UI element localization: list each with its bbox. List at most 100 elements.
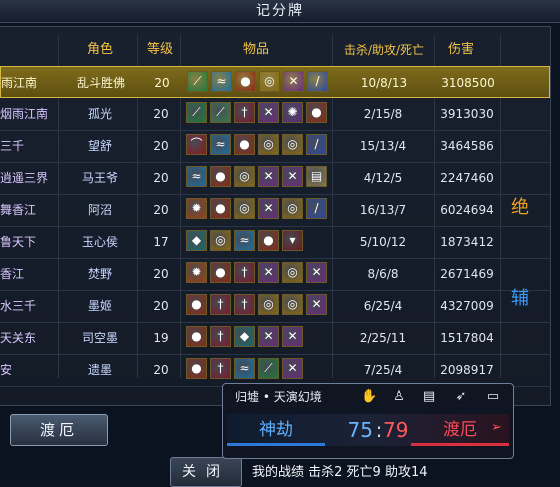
fire-orb-icon[interactable]: ● bbox=[306, 102, 327, 123]
player-row[interactable]: 烟雨江南 孤光 20 ⟋ ⟋ † ✕ ✺ ● 2/15/8 3913030 bbox=[0, 98, 550, 131]
claw-icon[interactable]: ✕ bbox=[258, 198, 279, 219]
player-kda: 16/13/7 bbox=[359, 203, 407, 217]
dagger-icon[interactable]: † bbox=[210, 294, 231, 315]
fire-orb-icon[interactable]: ● bbox=[186, 294, 207, 315]
player-row[interactable]: 舞香江 阿沼 20 ✹ ● ◎ ✕ ◎/16/13/7 6024694 bbox=[0, 194, 550, 227]
running-icon[interactable]: ➶ bbox=[453, 389, 469, 405]
spiral-icon[interactable]: ◎ bbox=[282, 294, 303, 315]
window-title: 记分牌 bbox=[256, 3, 304, 19]
claw-icon[interactable]: ✕ bbox=[282, 358, 303, 379]
fire-orb-icon[interactable]: ● bbox=[210, 198, 231, 219]
player-role: 阿沼 bbox=[87, 203, 112, 217]
dragon-icon[interactable]: ✺ bbox=[282, 102, 303, 123]
header-damage: 伤害 bbox=[448, 42, 475, 57]
wave-icon[interactable]: ≈ bbox=[186, 166, 207, 187]
player-row[interactable]: 鲁天下 玉心侯 17 ◆ ◎ ≈ ● ▾ 5/10/12 1873412 bbox=[0, 226, 550, 259]
gem-icon[interactable]: ◆ bbox=[186, 230, 207, 251]
fire-orb-icon[interactable]: ● bbox=[235, 71, 256, 92]
player-row[interactable]: 逍遥三界 马王爷 20 ≈ ● ◎ ✕ ✕ ▤ 4/12/5 2247460 bbox=[0, 162, 550, 195]
dagger-icon[interactable]: † bbox=[234, 102, 255, 123]
player-name: 逍遥三界 bbox=[0, 171, 49, 185]
dagger-icon[interactable]: † bbox=[234, 262, 255, 283]
player-role: 焚野 bbox=[87, 267, 112, 281]
player-level: 20 bbox=[154, 76, 170, 90]
spiral-icon[interactable]: ◎ bbox=[210, 230, 231, 251]
player-kda: 7/25/4 bbox=[363, 363, 403, 377]
sword-icon[interactable]: / bbox=[306, 198, 327, 219]
document-icon[interactable]: ▤ bbox=[421, 389, 437, 405]
player-kda: 2/25/11 bbox=[359, 331, 407, 345]
claw-icon[interactable]: ✕ bbox=[306, 262, 327, 283]
dagger-icon[interactable]: † bbox=[210, 326, 231, 347]
blade-icon[interactable]: ⟋ bbox=[187, 71, 208, 92]
gem-icon[interactable]: ◆ bbox=[234, 326, 255, 347]
flame-icon[interactable]: ✹ bbox=[186, 198, 207, 219]
spiral-icon[interactable]: ◎ bbox=[282, 198, 303, 219]
close-button[interactable]: 关闭 bbox=[170, 457, 242, 487]
spiral-icon[interactable]: ◎ bbox=[234, 166, 255, 187]
player-role: 乱斗胜佛 bbox=[76, 76, 125, 90]
wave-icon[interactable]: ≈ bbox=[234, 358, 255, 379]
header-kda: 击杀/助攻/死亡 bbox=[343, 43, 425, 57]
spiral-icon[interactable]: ◎ bbox=[282, 134, 303, 155]
claw-icon[interactable]: ✕ bbox=[258, 262, 279, 283]
claw-icon[interactable]: ✕ bbox=[282, 166, 303, 187]
player-row[interactable]: 香江 焚野 20 ✹ ● † ✕ ◎ ✕ 8/6/8 2671469 bbox=[0, 258, 550, 291]
player-row[interactable]: 水三千 墨姬 20 ● † † ◎ ◎ ✕ 6/25/4 4327009 bbox=[0, 290, 550, 323]
sword-icon[interactable]: / bbox=[307, 71, 328, 92]
claw-icon[interactable]: ✕ bbox=[258, 166, 279, 187]
dagger-icon[interactable]: † bbox=[234, 294, 255, 315]
player-kda: 15/13/4 bbox=[359, 139, 407, 153]
player-kda: 10/8/13 bbox=[360, 76, 408, 90]
player-damage: 3913030 bbox=[440, 107, 494, 121]
wave-icon[interactable]: ≈ bbox=[210, 134, 231, 155]
player-role: 遗墨 bbox=[87, 363, 112, 377]
player-level: 20 bbox=[153, 299, 169, 313]
person-icon[interactable]: ♙ bbox=[391, 389, 407, 405]
fire-orb-icon[interactable]: ● bbox=[210, 262, 231, 283]
player-row[interactable]: 三千 望舒 20 ⌒ ≈ ● ◎ ◎/15/13/4 3464586 bbox=[0, 130, 550, 163]
flame-icon[interactable]: ✹ bbox=[186, 262, 207, 283]
fire-orb-icon[interactable]: ● bbox=[186, 326, 207, 347]
player-damage: 1873412 bbox=[440, 235, 494, 249]
header-level: 等级 bbox=[146, 42, 173, 57]
dagger-icon[interactable]: † bbox=[210, 358, 231, 379]
claw-icon[interactable]: ✕ bbox=[258, 326, 279, 347]
player-role: 孤光 bbox=[87, 107, 112, 121]
team-a-score: 75 bbox=[347, 418, 373, 442]
team-switch-button[interactable]: 渡厄 bbox=[10, 414, 108, 446]
player-row[interactable]: 雨江南 乱斗胜佛 20 ⟋ ≈ ● ◎ ✕/ 10/8/13 3108500 bbox=[0, 66, 550, 98]
player-role: 马王爷 bbox=[81, 171, 118, 185]
spiral-icon[interactable]: ◎ bbox=[258, 134, 279, 155]
claw-icon[interactable]: ✕ bbox=[258, 102, 279, 123]
player-damage: 2098917 bbox=[440, 363, 494, 377]
bow-icon[interactable]: ⌒ bbox=[186, 134, 207, 155]
fire-orb-icon[interactable]: ● bbox=[234, 134, 255, 155]
spiral-icon[interactable]: ◎ bbox=[259, 71, 280, 92]
hand-icon[interactable]: ✋ bbox=[361, 389, 377, 405]
potion-icon[interactable]: ▾ bbox=[282, 230, 303, 251]
claw-icon[interactable]: ✕ bbox=[282, 326, 303, 347]
window-icon[interactable]: ▭ bbox=[485, 389, 501, 405]
score-separator: : bbox=[375, 418, 383, 442]
blade-icon[interactable]: ⟋ bbox=[258, 358, 279, 379]
spiral-icon[interactable]: ◎ bbox=[234, 198, 255, 219]
wave-icon[interactable]: ≈ bbox=[234, 230, 255, 251]
spiral-icon[interactable]: ◎ bbox=[258, 294, 279, 315]
blade-icon[interactable]: ⟋ bbox=[186, 102, 207, 123]
claw-icon[interactable]: ✕ bbox=[283, 71, 304, 92]
wave-icon[interactable]: ≈ bbox=[211, 71, 232, 92]
spiral-icon[interactable]: ◎ bbox=[282, 262, 303, 283]
claw-icon[interactable]: ✕ bbox=[306, 294, 327, 315]
feather-icon[interactable]: ⟋ bbox=[210, 102, 231, 123]
player-damage: 3464586 bbox=[440, 139, 494, 153]
sword-icon[interactable]: / bbox=[306, 134, 327, 155]
player-name: 鲁天下 bbox=[0, 235, 37, 249]
fire-orb-icon[interactable]: ● bbox=[186, 358, 207, 379]
scroll-icon[interactable]: ▤ bbox=[306, 166, 327, 187]
player-role: 玉心侯 bbox=[81, 235, 118, 249]
fire-orb-icon[interactable]: ● bbox=[210, 166, 231, 187]
player-kda: 2/15/8 bbox=[363, 107, 403, 121]
fire-orb-icon[interactable]: ● bbox=[258, 230, 279, 251]
player-row[interactable]: 天关东 司空墨 19 ● † ◆ ✕ ✕ 2/25/11 1517804 bbox=[0, 322, 550, 355]
